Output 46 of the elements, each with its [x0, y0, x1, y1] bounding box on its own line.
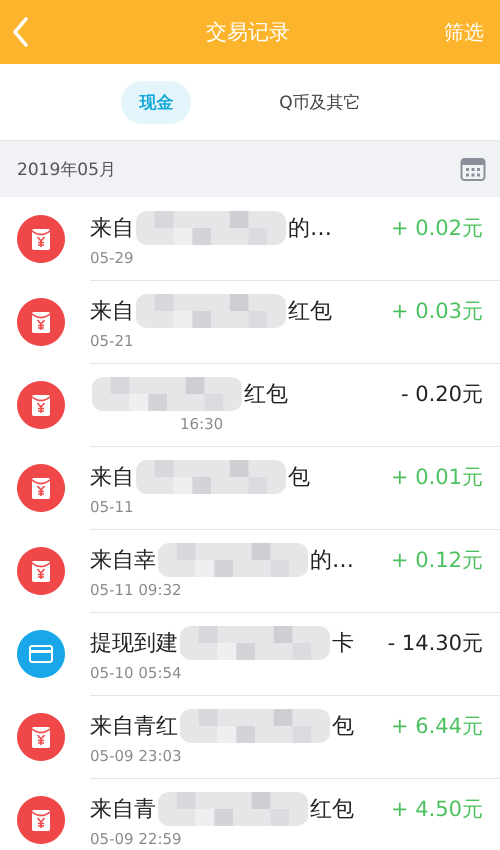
- tab[interactable]: 现金: [121, 80, 192, 124]
- amount: + 0.02元: [390, 214, 483, 242]
- transaction-time: 05-09 22:59: [90, 830, 183, 848]
- month-label: 2019年05月: [17, 158, 116, 180]
- transaction-title: 的…: [288, 214, 332, 242]
- transaction-time: 05-09 23:03: [90, 747, 183, 765]
- transaction-time: 05-11 09:32: [90, 581, 183, 599]
- transaction-title: 红包: [244, 381, 288, 409]
- amount: + 0.12元: [390, 547, 483, 574]
- transaction-title: 来自: [90, 298, 134, 326]
- transaction-title: 来自青: [90, 796, 156, 824]
- transaction-time: 05-29: [90, 248, 135, 266]
- transaction-title: 红包: [310, 796, 354, 824]
- calendar-icon[interactable]: [460, 156, 486, 182]
- envelope-icon: [17, 546, 65, 594]
- transaction-time: 05-10 05:54: [90, 664, 183, 682]
- amount: + 0.03元: [390, 298, 483, 325]
- back-icon[interactable]: [12, 17, 28, 47]
- transaction-title: 来自: [90, 464, 134, 492]
- envelope-icon: [17, 464, 65, 512]
- transaction-title: 来自: [90, 214, 134, 242]
- transaction-title: 包: [288, 464, 310, 492]
- transaction-title: 卡: [332, 630, 354, 658]
- transaction-title: 来自青红: [90, 713, 178, 741]
- transaction-time: 05-21: [90, 332, 135, 350]
- filter-link[interactable]: 筛选: [444, 18, 484, 46]
- envelope-icon: [17, 796, 65, 844]
- amount: - 0.20元: [400, 381, 483, 408]
- bank-card-icon: [17, 630, 65, 678]
- page-title: 交易记录: [206, 19, 290, 46]
- amount: + 6.44元: [390, 713, 483, 740]
- transaction-time: 16:30: [179, 415, 224, 433]
- envelope-icon: [17, 214, 65, 262]
- transaction-title: 来自幸: [90, 547, 156, 575]
- transaction-title: 提现到建: [90, 630, 178, 658]
- transaction-title: 包: [332, 713, 354, 741]
- tab[interactable]: Q币及其它: [261, 80, 379, 124]
- amount: + 0.01元: [390, 464, 483, 491]
- envelope-icon: [17, 380, 65, 428]
- transaction-title: 的…: [310, 547, 354, 575]
- envelope-icon: [17, 298, 65, 346]
- amount: + 4.50元: [390, 796, 483, 823]
- transaction-title: 红包: [288, 298, 332, 326]
- transaction-time: 05-11: [90, 498, 135, 516]
- amount: - 14.30元: [388, 630, 483, 657]
- envelope-icon: [17, 712, 65, 760]
